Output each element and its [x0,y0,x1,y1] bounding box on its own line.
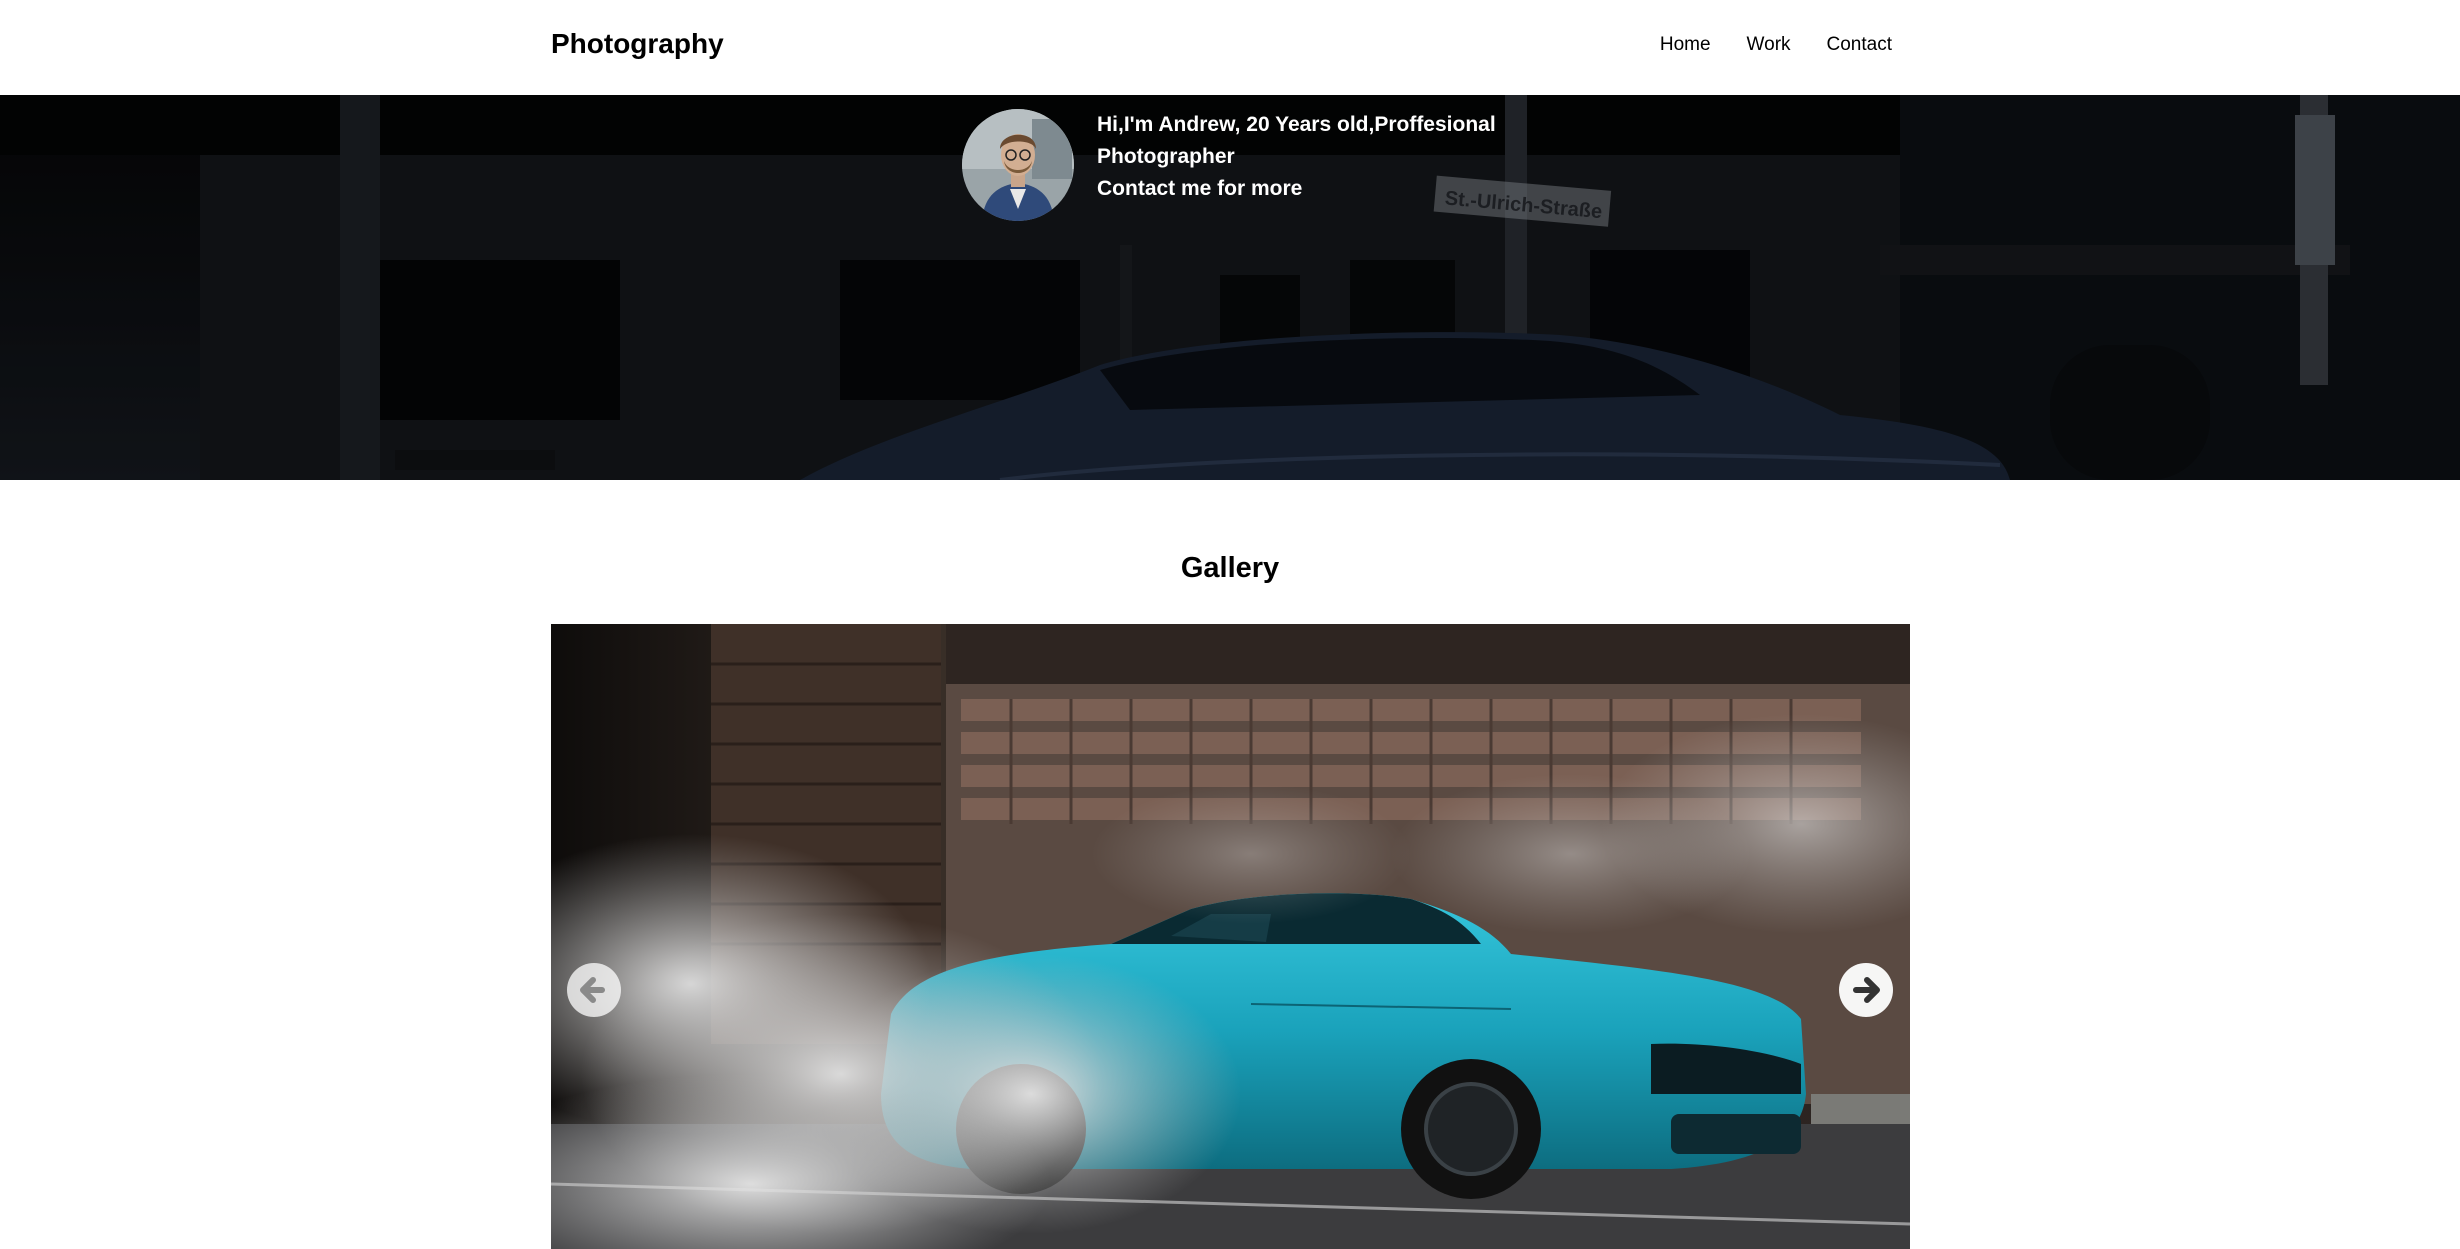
nav-work-link[interactable]: Work [1747,34,1791,56]
main-nav: Home Work Contact [1660,34,1892,56]
brand-logo[interactable]: Photography [551,28,724,60]
profile-block: Hi,I'm Andrew, 20 Years old,Proffesional… [962,109,1537,221]
slider-prev-button[interactable] [566,962,622,1018]
contact-cta-link[interactable]: Contact me for more [1097,177,1302,201]
arrow-right-circle-icon [1839,963,1893,1017]
gallery-slide-image [551,624,1910,1249]
site-header: Photography Home Work Contact [0,0,2460,95]
intro-text: Hi,I'm Andrew, 20 Years old,Proffesional… [1097,113,1496,168]
nav-contact-link[interactable]: Contact [1827,34,1892,56]
nav-home-link[interactable]: Home [1660,34,1711,56]
bio: Hi,I'm Andrew, 20 Years old,Proffesional… [1097,109,1537,201]
arrow-left-circle-icon [567,963,621,1017]
slider-next-button[interactable] [1838,962,1894,1018]
avatar-photo [962,109,1074,221]
avatar [962,109,1074,221]
gallery-title: Gallery [1180,552,1280,584]
gallery-slider[interactable] [551,624,1910,1249]
hero-banner: St.-Ulrich-Straße Hi,I'm Andrew, 20 Year… [0,95,2460,480]
